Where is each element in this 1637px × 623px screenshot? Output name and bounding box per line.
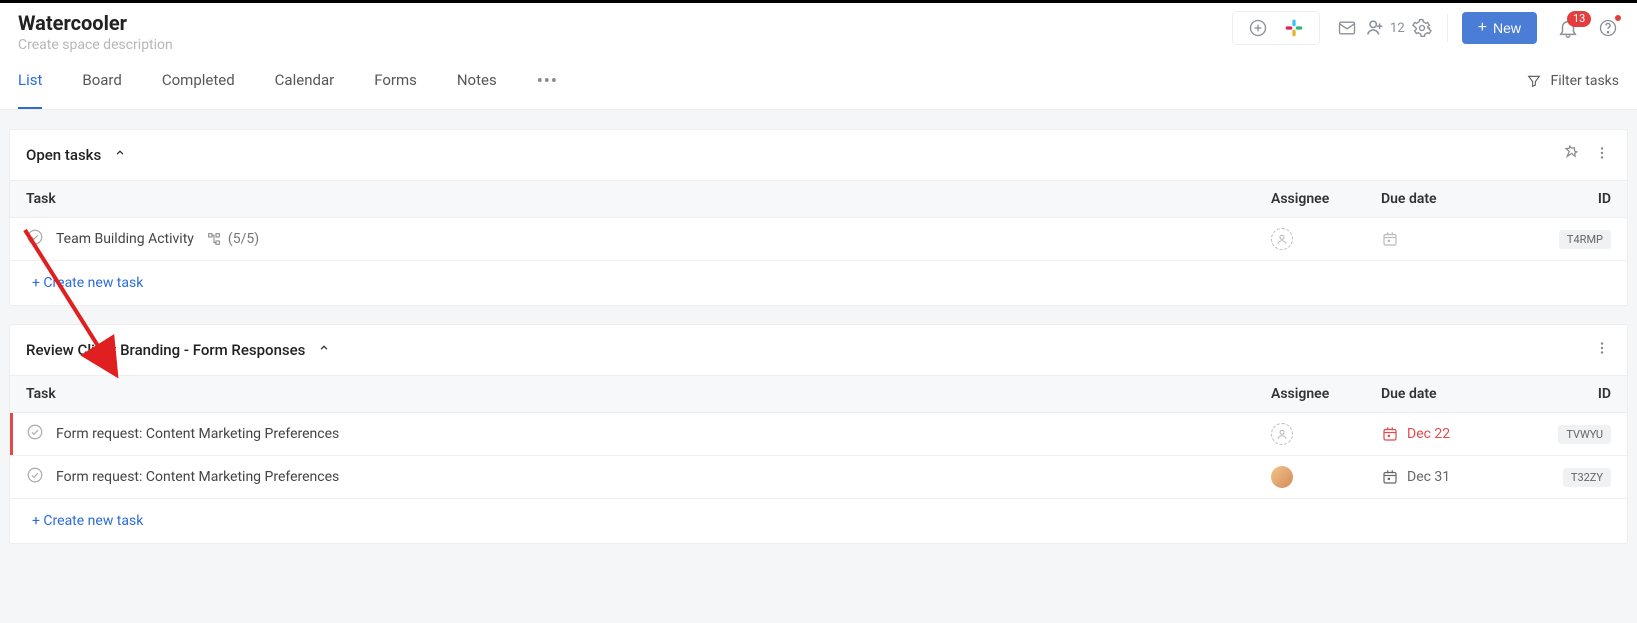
inbox-icon[interactable]: [1336, 17, 1358, 39]
members-count: 12: [1390, 21, 1405, 36]
notification-badge: 13: [1567, 11, 1591, 27]
due-date-text: Dec 22: [1407, 426, 1450, 442]
section-toggle[interactable]: Open tasks: [26, 146, 127, 164]
task-id-cell: TVWYU: [1541, 425, 1611, 444]
section-title-text: Open tasks: [26, 146, 101, 164]
members-button[interactable]: 12: [1364, 17, 1405, 39]
tab-list[interactable]: List: [18, 53, 42, 109]
task-title: Form request: Content Marketing Preferen…: [56, 426, 339, 442]
section-toggle[interactable]: Review Client Branding - Form Responses: [26, 341, 331, 359]
help-dot-indicator: [1615, 15, 1621, 21]
tab-completed[interactable]: Completed: [162, 53, 235, 109]
space-description-placeholder[interactable]: Create space description: [18, 37, 173, 53]
assignee-placeholder-icon: [1271, 423, 1293, 445]
section-more-icon[interactable]: [1593, 339, 1611, 361]
tab-more[interactable]: •••: [537, 71, 558, 92]
gear-icon[interactable]: [1411, 17, 1433, 39]
tab-board[interactable]: Board: [82, 53, 121, 109]
section-more-icon[interactable]: [1593, 144, 1611, 166]
filter-tasks-button[interactable]: Filter tasks: [1526, 73, 1619, 89]
task-id-cell: T32ZY: [1541, 468, 1611, 487]
add-integration-icon[interactable]: [1247, 17, 1269, 39]
task-row[interactable]: Form request: Content Marketing Preferen…: [10, 456, 1627, 499]
section-title-text: Review Client Branding - Form Responses: [26, 341, 305, 359]
task-row[interactable]: Team Building Activity (5/5) T4RMP: [10, 218, 1627, 261]
plus-icon: +: [1478, 20, 1487, 36]
assignee-avatar: [1271, 466, 1293, 488]
complete-checkbox-icon[interactable]: [26, 423, 44, 445]
create-task-link[interactable]: + Create new task: [10, 261, 1627, 305]
subtask-indicator[interactable]: (5/5): [206, 231, 259, 247]
integrations-group: [1232, 11, 1320, 45]
slack-icon[interactable]: [1283, 17, 1305, 39]
column-header-id: ID: [1541, 191, 1611, 207]
column-header-id: ID: [1541, 386, 1611, 402]
assignee-placeholder-icon: [1271, 228, 1293, 250]
task-title: Team Building Activity: [56, 231, 194, 247]
create-task-link[interactable]: + Create new task: [10, 499, 1627, 543]
column-header-assignee: Assignee: [1271, 191, 1381, 207]
tab-calendar[interactable]: Calendar: [275, 53, 335, 109]
column-header-due: Due date: [1381, 191, 1541, 207]
filter-icon: [1526, 73, 1542, 89]
due-date-text: Dec 31: [1407, 469, 1450, 485]
help-icon[interactable]: [1597, 17, 1619, 39]
task-id-tag[interactable]: T4RMP: [1559, 230, 1611, 249]
pin-icon[interactable]: [1561, 144, 1579, 166]
complete-checkbox-icon[interactable]: [26, 466, 44, 488]
subtask-count-text: (5/5): [228, 231, 259, 247]
chevron-up-icon: [317, 341, 331, 359]
tab-notes[interactable]: Notes: [457, 53, 497, 109]
chevron-up-icon: [113, 146, 127, 164]
task-row[interactable]: Form request: Content Marketing Preferen…: [10, 413, 1627, 456]
column-header-task: Task: [26, 191, 1271, 207]
column-header-due: Due date: [1381, 386, 1541, 402]
task-id-tag[interactable]: T32ZY: [1563, 468, 1611, 487]
column-header-task: Task: [26, 386, 1271, 402]
assignee-cell[interactable]: [1271, 423, 1381, 445]
task-id-tag[interactable]: TVWYU: [1558, 425, 1611, 444]
new-button[interactable]: + New: [1462, 12, 1537, 44]
task-id-cell: T4RMP: [1541, 230, 1611, 249]
task-title: Form request: Content Marketing Preferen…: [56, 469, 339, 485]
assignee-cell[interactable]: [1271, 228, 1381, 250]
complete-checkbox-icon[interactable]: [26, 228, 44, 250]
assignee-cell[interactable]: [1271, 466, 1381, 488]
space-title: Watercooler: [18, 11, 173, 35]
due-date-cell[interactable]: Dec 22: [1381, 425, 1541, 443]
tab-forms[interactable]: Forms: [374, 53, 417, 109]
due-date-cell[interactable]: Dec 31: [1381, 468, 1541, 486]
column-header-assignee: Assignee: [1271, 386, 1381, 402]
new-button-label: New: [1493, 20, 1521, 36]
notifications-button[interactable]: 13: [1557, 17, 1579, 39]
filter-label: Filter tasks: [1550, 73, 1619, 89]
due-date-cell[interactable]: [1381, 230, 1541, 248]
